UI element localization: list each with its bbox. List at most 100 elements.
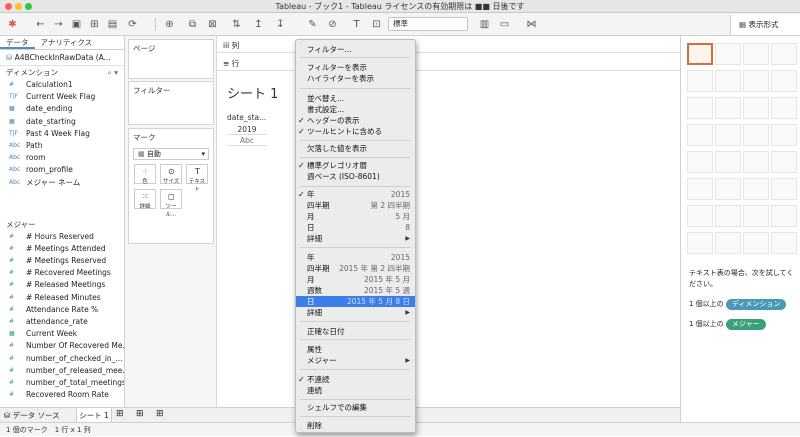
presentation-icon[interactable]: ▭ [496,16,513,33]
tab-data[interactable]: データ [0,36,35,49]
show-cards-icon[interactable]: ▥ [476,16,493,33]
measure-field[interactable]: # number_of_released_mee... [0,365,124,377]
minimize-window-button[interactable] [15,3,22,10]
clear-sheet-icon[interactable]: ⊠ [204,16,221,33]
chart-type-thumbnail[interactable] [715,151,741,173]
menu-item[interactable]: 詳細 ▶ [296,307,415,318]
size-button[interactable]: ⊙ サイズ [160,164,182,185]
chart-type-thumbnail[interactable] [715,70,741,92]
chart-type-thumbnail[interactable] [687,70,713,92]
chart-type-thumbnail[interactable] [771,70,797,92]
chart-type-thumbnail[interactable] [743,205,769,227]
dimension-field[interactable]: Abc room_profile [0,164,124,176]
chart-type-thumbnail[interactable] [771,43,797,65]
menu-item[interactable]: ✓ ツールヒントに含める [296,126,415,137]
chart-type-thumbnail[interactable] [715,97,741,119]
chart-type-thumbnail[interactable] [771,151,797,173]
chart-type-thumbnail[interactable] [687,124,713,146]
measure-field[interactable]: # Number Of Recovered Me... [0,340,124,352]
chart-type-thumbnail[interactable] [715,178,741,200]
forward-icon[interactable]: → [50,16,67,33]
menu-item[interactable]: 連続 [296,385,415,396]
menu-item[interactable]: ✓ 標準グレゴリオ暦 [296,160,415,171]
chart-type-thumbnail[interactable] [743,70,769,92]
sort-descending-icon[interactable]: ↧ [272,16,289,33]
menu-item[interactable]: 属性 [296,344,415,355]
menu-item[interactable]: 日8 [296,222,415,233]
show-me-button[interactable]: ▦ 表示形式 [730,15,800,35]
pages-card[interactable]: ページ [128,39,214,79]
chart-type-thumbnail[interactable] [687,97,713,119]
measure-field[interactable]: ▦ Current Week [0,328,124,340]
chart-type-thumbnail[interactable] [715,232,741,254]
menu-item[interactable]: 詳細 ▶ [296,233,415,244]
measure-field[interactable]: # # Hours Reserved [0,231,124,243]
measure-field[interactable]: # # Meetings Reserved [0,255,124,267]
chart-type-thumbnail[interactable] [743,232,769,254]
share-icon[interactable]: ⋈ [523,16,540,33]
fit-dropdown[interactable]: 標準 [388,17,468,31]
chart-type-thumbnail[interactable] [715,205,741,227]
chart-type-thumbnail[interactable] [743,124,769,146]
menu-item[interactable]: ✓ ヘッダーの表示 [296,115,415,126]
chart-type-thumbnail[interactable] [687,43,713,65]
run-update-icon[interactable]: ⟳ [124,16,141,33]
measure-field[interactable]: # number_of_checked_in_... [0,353,124,365]
dimension-field[interactable]: ▦ date_ending [0,103,124,115]
back-icon[interactable]: ← [32,16,49,33]
labels-icon[interactable]: T [348,16,365,33]
menu-item[interactable]: 月 5 月 [296,211,415,222]
menu-item[interactable]: 四半期 2015 年 第 2 四半期 [296,263,415,274]
dimension-field[interactable]: # Calculation1 [0,79,124,91]
menu-item[interactable]: ✓ 年 2015 [296,189,415,200]
chart-type-thumbnail[interactable] [771,97,797,119]
swap-rows-columns-icon[interactable]: ⇅ [228,16,245,33]
cell-placeholder[interactable]: Abc [227,136,267,146]
menu-item[interactable]: ✓ 不連続 [296,374,415,385]
chart-type-thumbnail[interactable] [743,151,769,173]
year-header[interactable]: 2019 [227,125,267,135]
tableau-logo-icon[interactable]: ✱ [4,16,21,33]
menu-item[interactable]: 日 2015 年 5 月 8 日 [296,296,415,307]
measure-field[interactable]: # # Meetings Attended [0,243,124,255]
datasource-tab[interactable]: ⛁ データ ソース [4,408,60,423]
rows-shelf[interactable]: ≡ 行 [217,56,680,71]
measure-field[interactable]: # attendance_rate [0,316,124,328]
menu-item[interactable]: ハイライターを表示 [296,73,415,84]
menu-item[interactable]: 四半期 第 2 四半期 [296,200,415,211]
measure-field[interactable]: # # Released Minutes [0,292,124,304]
menu-item[interactable]: シェルフでの編集 [296,402,415,413]
duplicate-icon[interactable]: ⧉ [184,16,201,33]
measure-field[interactable]: # Attendance Rate % [0,304,124,316]
close-window-button[interactable] [5,3,12,10]
fix-axes-icon[interactable]: ⊡ [368,16,385,33]
chart-type-thumbnail[interactable] [771,205,797,227]
menu-item[interactable]: 書式設定... [296,104,415,115]
chart-type-thumbnail[interactable] [743,97,769,119]
mark-type-dropdown[interactable]: ▦ 自動 ▾ [133,148,209,160]
chart-type-thumbnail[interactable] [743,43,769,65]
sheet-tab[interactable]: シート 1 [76,408,112,423]
dimension-field[interactable]: Abc Path [0,140,124,152]
menu-item[interactable]: 削除 [296,420,415,431]
sort-ascending-icon[interactable]: ↥ [250,16,267,33]
menu-item[interactable]: 年 2015 [296,252,415,263]
measure-field[interactable]: # Recovered Room Rate [0,389,124,401]
chart-type-thumbnail[interactable] [715,124,741,146]
dimension-field[interactable]: Abc メジャー ネーム [0,177,124,189]
column-header-label[interactable]: date_sta... [227,113,266,122]
new-story-icon[interactable]: ⊞ [156,409,164,419]
menu-item[interactable]: 欠落した値を表示 [296,143,415,154]
menu-item[interactable]: メジャー ▶ [296,355,415,366]
new-datasource-icon[interactable]: ⊞ [86,16,103,33]
measure-field[interactable]: # # Released Meetings [0,279,124,291]
text-button[interactable]: T テキスト [186,164,208,193]
tab-analytics[interactable]: アナリティクス [35,36,99,49]
menu-item[interactable]: 週ベース (ISO-8601) [296,171,415,182]
dimension-field[interactable]: ▦ date_starting [0,116,124,128]
highlight-icon[interactable]: ✎ [304,16,321,33]
dimension-field[interactable]: Abc room [0,152,124,164]
filters-card[interactable]: フィルター [128,81,214,125]
new-dashboard-icon[interactable]: ⊞ [136,409,144,419]
dimension-field[interactable]: T|F Past 4 Week Flag [0,128,124,140]
